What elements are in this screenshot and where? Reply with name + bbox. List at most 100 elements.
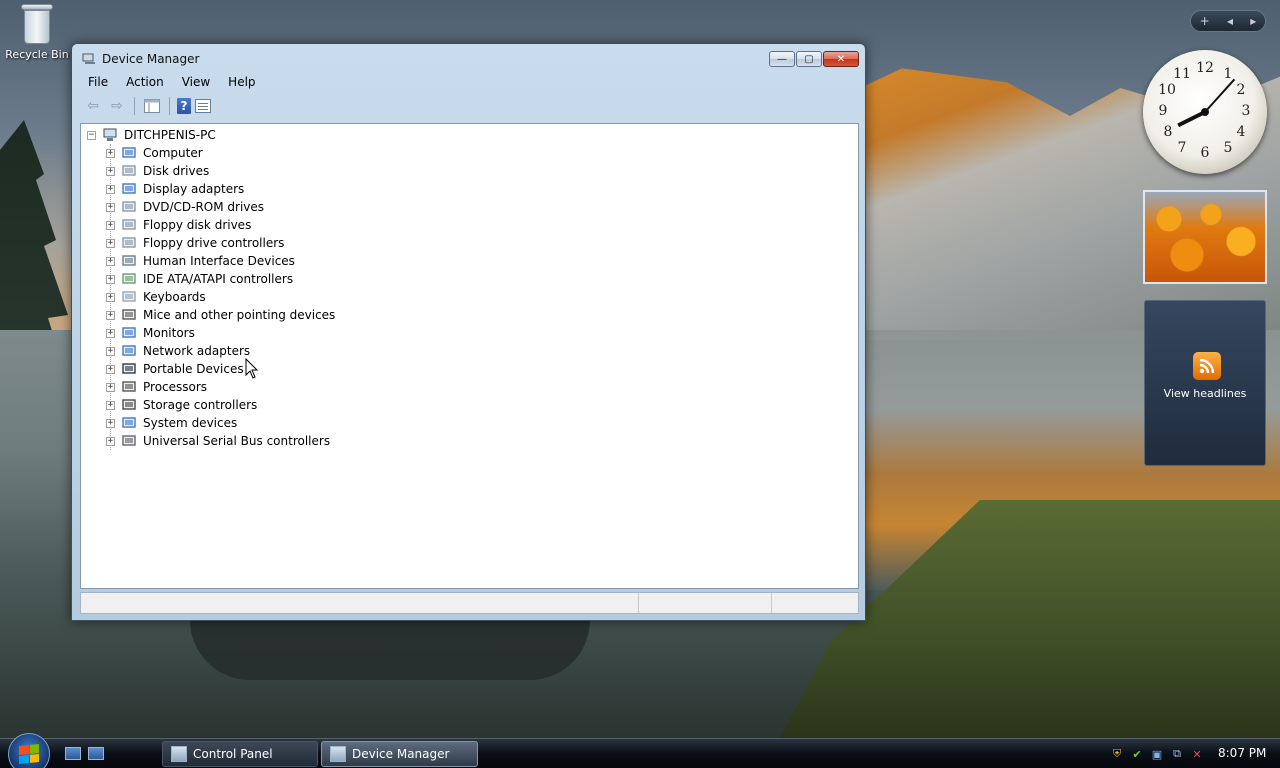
tree-item-label: Network adapters: [143, 344, 251, 358]
windows-update-icon[interactable]: ▣: [1150, 747, 1164, 761]
notification-area: ⛨ ✔ ▣ ⧉ ✕: [1110, 743, 1204, 765]
back-arrow-icon[interactable]: ⇦: [83, 97, 103, 115]
tree-item[interactable]: + Keyboards: [106, 288, 335, 306]
display-adapter-icon: [121, 182, 137, 196]
expand-icon[interactable]: +: [106, 310, 115, 320]
minimize-button[interactable]: —: [769, 51, 795, 67]
expand-icon[interactable]: +: [106, 382, 115, 392]
security-shield-icon[interactable]: ⛨: [1110, 747, 1124, 761]
taskbar: Control Panel Device Manager ⛨ ✔ ▣ ⧉ ✕ 8…: [0, 733, 1280, 768]
tree-item[interactable]: + Floppy disk drives: [106, 216, 335, 234]
expand-icon[interactable]: +: [106, 148, 115, 158]
clock-gadget[interactable]: 12 1 2 3 4 5 6 7 8 9 10 11: [1143, 50, 1267, 174]
tree-item[interactable]: + Floppy drive controllers: [106, 234, 335, 252]
sidebar-controls: + ◂ ▸: [1190, 10, 1266, 32]
processor-icon: [121, 380, 137, 394]
tree-item[interactable]: + Monitors: [106, 324, 335, 342]
expand-icon[interactable]: +: [106, 328, 115, 338]
properties-icon[interactable]: [195, 99, 211, 113]
taskbar-clock[interactable]: 8:07 PM: [1218, 746, 1266, 760]
mouse-icon: [121, 308, 137, 322]
switch-windows-icon[interactable]: [88, 747, 104, 760]
expand-icon[interactable]: +: [106, 418, 115, 428]
expand-icon[interactable]: +: [106, 166, 115, 176]
title-bar[interactable]: Device Manager — ▢ ✕: [72, 44, 865, 74]
expand-icon[interactable]: +: [106, 202, 115, 212]
computer-root-icon: [102, 128, 118, 142]
expand-icon[interactable]: +: [106, 256, 115, 266]
feed-headlines-gadget[interactable]: View headlines: [1144, 300, 1266, 466]
expand-icon[interactable]: +: [106, 274, 115, 284]
tree-item[interactable]: + Display adapters: [106, 180, 335, 198]
view-headlines-label: View headlines: [1163, 387, 1247, 400]
ide-controller-icon: [121, 272, 137, 286]
start-button[interactable]: [8, 733, 50, 768]
expand-icon[interactable]: +: [106, 238, 115, 248]
tree-item[interactable]: + Computer: [106, 144, 335, 162]
tree-item[interactable]: + System devices: [106, 414, 335, 432]
tree-item[interactable]: + Portable Devices: [106, 360, 335, 378]
recycle-bin-icon: [19, 2, 55, 46]
tree-item-label: Computer: [143, 146, 203, 160]
recycle-bin[interactable]: Recycle Bin: [4, 2, 70, 61]
device-manager-taskbar-icon: [330, 746, 346, 762]
tree-item[interactable]: + Human Interface Devices: [106, 252, 335, 270]
maximize-button[interactable]: ▢: [796, 51, 822, 67]
control-panel-icon: [171, 746, 187, 762]
show-hide-console-tree-icon[interactable]: [142, 97, 162, 115]
windows-logo-icon: [19, 743, 39, 765]
tree-category-list: + Computer + Disk drives + Display adapters + D…: [106, 144, 335, 450]
expand-icon[interactable]: +: [106, 400, 115, 410]
tree-item[interactable]: + DVD/CD-ROM drives: [106, 198, 335, 216]
expand-icon[interactable]: +: [106, 220, 115, 230]
tree-item[interactable]: + Mice and other pointing devices: [106, 306, 335, 324]
tree-item[interactable]: + Disk drives: [106, 162, 335, 180]
usb-icon: [121, 434, 137, 448]
system-device-icon: [121, 416, 137, 430]
help-icon[interactable]: ?: [177, 98, 191, 114]
tree-item[interactable]: + IDE ATA/ATAPI controllers: [106, 270, 335, 288]
status-bar: [80, 592, 859, 614]
tree-item-label: Monitors: [143, 326, 195, 340]
device-manager-window: Device Manager — ▢ ✕ File Action View He…: [71, 43, 866, 621]
tree-item[interactable]: + Network adapters: [106, 342, 335, 360]
taskbar-control-panel[interactable]: Control Panel: [162, 741, 318, 767]
next-page-icon[interactable]: ▸: [1250, 14, 1256, 28]
collapse-icon[interactable]: −: [87, 130, 96, 140]
show-desktop-icon[interactable]: [65, 747, 81, 760]
tree-root[interactable]: − DITCHPENIS-PC: [87, 126, 216, 144]
forward-arrow-icon[interactable]: ⇨: [107, 97, 127, 115]
expand-icon[interactable]: +: [106, 436, 115, 446]
expand-icon[interactable]: +: [106, 292, 115, 302]
close-button[interactable]: ✕: [823, 51, 859, 67]
menu-view[interactable]: View: [173, 75, 219, 89]
tree-item[interactable]: + Storage controllers: [106, 396, 335, 414]
tree-item-label: Processors: [143, 380, 208, 394]
network-adapter-icon: [121, 344, 137, 358]
tree-item-label: Disk drives: [143, 164, 210, 178]
menu-help[interactable]: Help: [219, 75, 264, 89]
tree-item[interactable]: + Processors: [106, 378, 335, 396]
tree-item[interactable]: + Universal Serial Bus controllers: [106, 432, 335, 450]
keyboard-icon: [121, 290, 137, 304]
slideshow-gadget[interactable]: [1143, 190, 1267, 284]
network-icon[interactable]: ⧉: [1170, 747, 1184, 761]
tree-item-label: Floppy disk drives: [143, 218, 252, 232]
tree-root-label: DITCHPENIS-PC: [124, 128, 216, 142]
wallpaper-rock: [190, 620, 590, 680]
menu-file[interactable]: File: [79, 75, 117, 89]
safely-remove-hardware-icon[interactable]: ✔: [1130, 747, 1144, 761]
tree-item-label: Keyboards: [143, 290, 206, 304]
window-title: Device Manager: [102, 52, 200, 66]
add-gadget-button[interactable]: +: [1200, 14, 1210, 28]
taskbar-device-manager[interactable]: Device Manager: [321, 741, 478, 767]
expand-icon[interactable]: +: [106, 364, 115, 374]
expand-icon[interactable]: +: [106, 184, 115, 194]
tree-item-label: Storage controllers: [143, 398, 258, 412]
previous-page-icon[interactable]: ◂: [1227, 14, 1233, 28]
volume-muted-icon[interactable]: ✕: [1190, 747, 1204, 761]
tree-item-label: Mice and other pointing devices: [143, 308, 336, 322]
menu-action[interactable]: Action: [117, 75, 173, 89]
tree-item-label: Universal Serial Bus controllers: [143, 434, 331, 448]
expand-icon[interactable]: +: [106, 346, 115, 356]
